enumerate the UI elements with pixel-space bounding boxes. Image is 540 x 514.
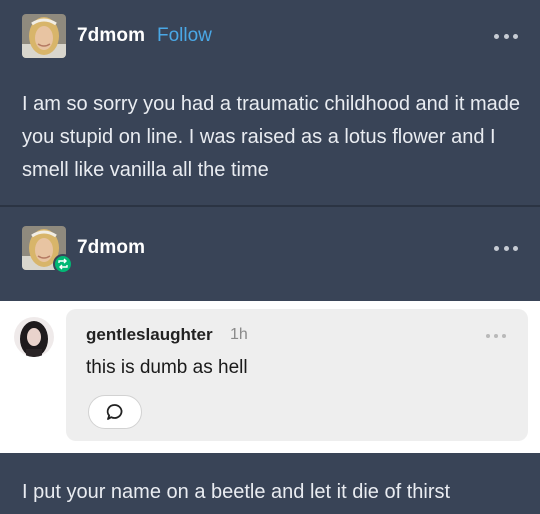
ellipsis-icon[interactable]: [494, 32, 518, 40]
post-body-1: I am so sorry you had a traumatic childh…: [22, 93, 521, 181]
avatar[interactable]: [22, 14, 66, 58]
post-header-1: 7dmom Follow: [0, 12, 540, 60]
comment-bubble: gentleslaughter 1h this is dumb as hell: [66, 309, 528, 441]
reblog-icon: [53, 254, 73, 274]
post-body-3: I put your name on a beetle and let it d…: [22, 481, 451, 503]
username[interactable]: 7dmom: [77, 237, 145, 259]
reply-button[interactable]: [88, 395, 142, 429]
comment-timestamp: 1h: [230, 326, 248, 343]
username[interactable]: 7dmom: [77, 25, 145, 47]
post-header-2: 7dmom: [0, 224, 540, 272]
speech-bubble-icon: [106, 404, 123, 420]
comment-text: this is dumb as hell: [86, 357, 248, 378]
divider: [0, 205, 540, 207]
ellipsis-icon[interactable]: [494, 244, 518, 252]
avatar[interactable]: [14, 317, 54, 357]
ellipsis-icon[interactable]: [486, 333, 506, 339]
comment-username[interactable]: gentleslaughter: [86, 325, 213, 345]
comment-area: gentleslaughter 1h this is dumb as hell: [0, 301, 540, 453]
follow-button[interactable]: Follow: [157, 25, 212, 47]
